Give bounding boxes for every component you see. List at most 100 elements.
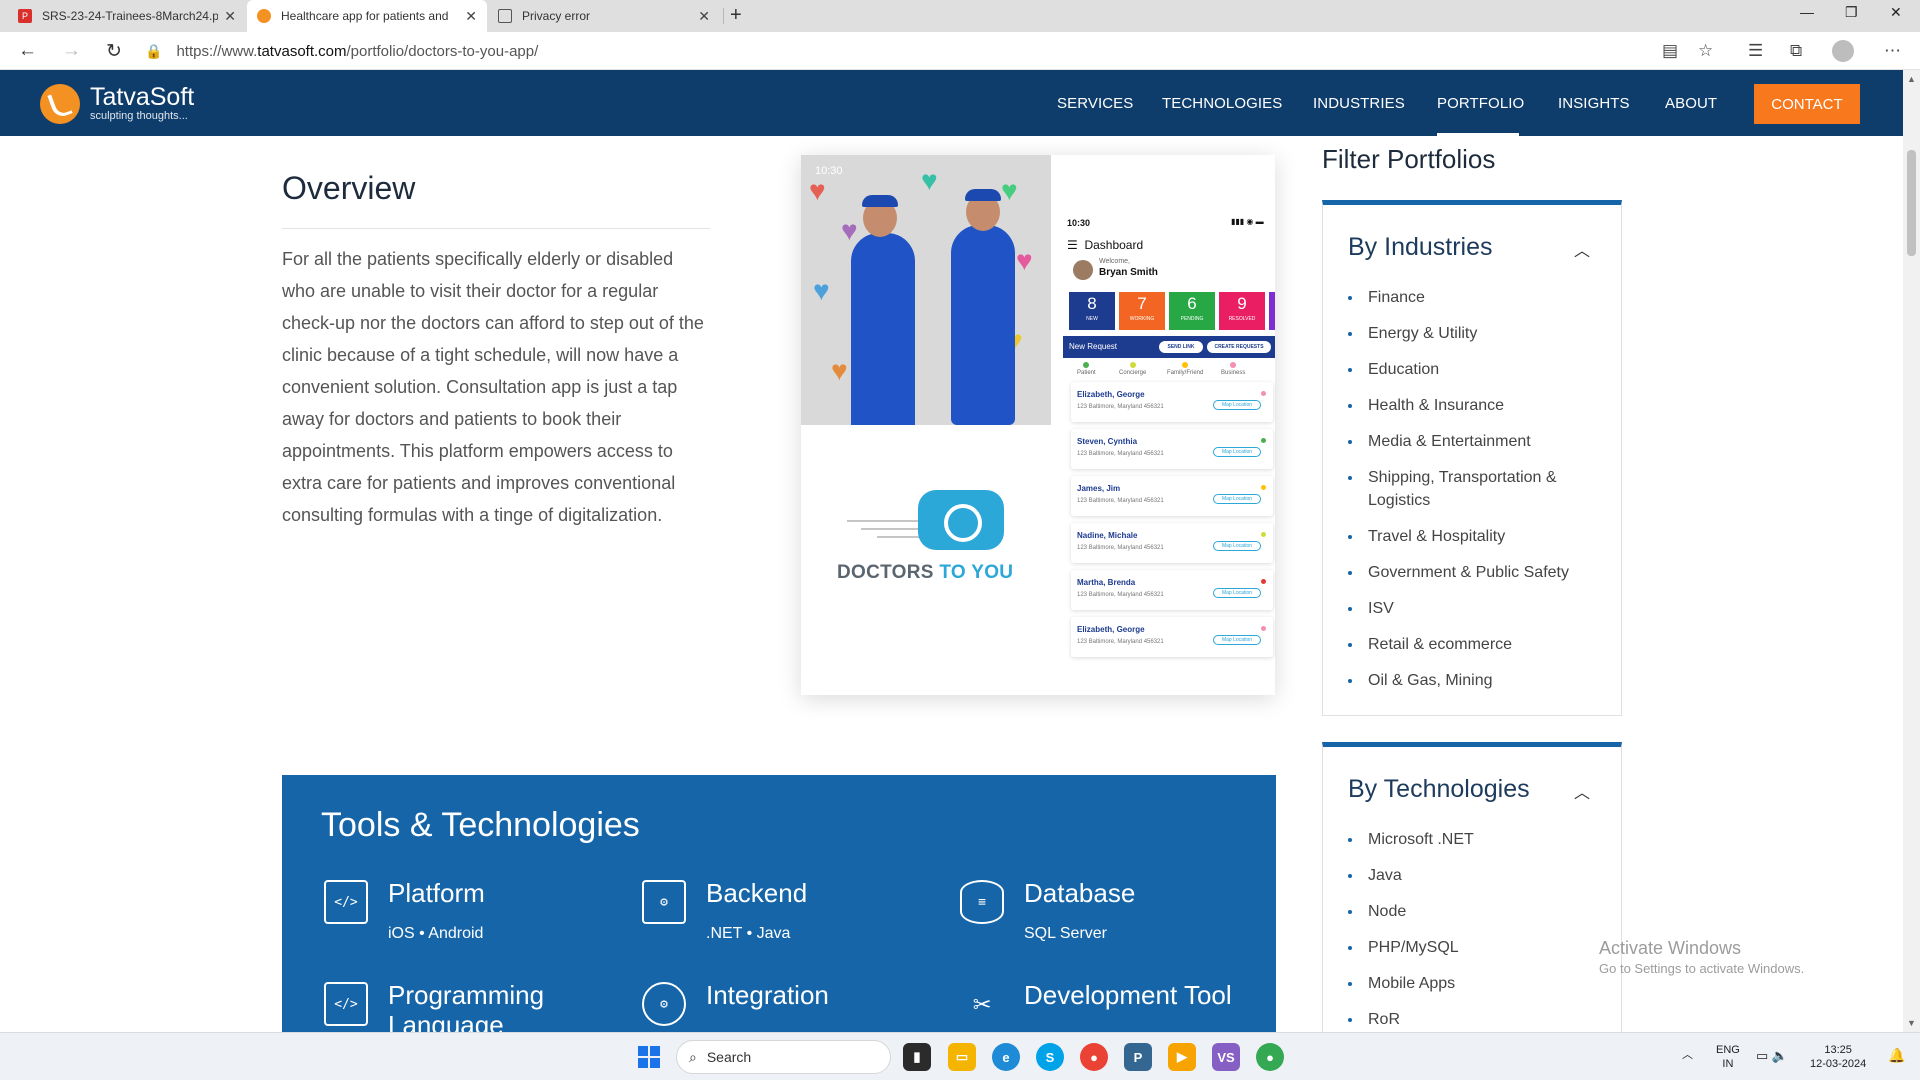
close-window-icon[interactable]: ✕ — [1890, 4, 1902, 21]
task-view-icon[interactable]: ▮ — [903, 1043, 931, 1071]
technologies-list: Microsoft .NET Java Node PHP/MySQL Mobil… — [1348, 828, 1598, 1031]
favorite-star-icon[interactable]: ☆ — [1698, 41, 1713, 61]
menu-about[interactable]: ABOUT — [1665, 95, 1717, 112]
tab-healthcare-app[interactable]: Healthcare app for patients and ✕ — [247, 0, 487, 32]
menu-industries[interactable]: INDUSTRIES — [1313, 95, 1405, 112]
file-explorer-icon[interactable]: ▭ — [948, 1043, 976, 1071]
refresh-icon[interactable]: ↻ — [106, 40, 122, 63]
scrollbar-thumb[interactable] — [1907, 150, 1916, 256]
restore-icon[interactable]: ❐ — [1845, 4, 1858, 21]
industry-item[interactable]: Travel & Hospitality — [1348, 525, 1598, 548]
industry-item[interactable]: Oil & Gas, Mining — [1348, 669, 1598, 692]
industry-item[interactable]: Health & Insurance — [1348, 394, 1598, 417]
industry-item[interactable]: Shipping, Transportation & Logistics — [1348, 466, 1598, 512]
close-tab-icon[interactable]: ✕ — [698, 8, 710, 25]
industry-item[interactable]: Government & Public Safety — [1348, 561, 1598, 584]
technology-item[interactable]: PHP/MySQL — [1348, 936, 1598, 959]
technology-item[interactable]: RoR — [1348, 1008, 1598, 1031]
edge-browser-icon[interactable]: e — [992, 1043, 1020, 1071]
stat-label: PENDING — [1180, 316, 1204, 322]
dashboard-label: Dashboard — [1084, 238, 1144, 252]
forward-arrow-icon[interactable]: → — [62, 40, 81, 62]
category-dot — [1083, 362, 1090, 368]
industry-item[interactable]: Media & Entertainment — [1348, 430, 1598, 453]
technology-item[interactable]: Node — [1348, 900, 1598, 923]
tab-srs-pdf[interactable]: P SRS-23-24-Trainees-8March24.p ✕ — [8, 0, 246, 32]
favorites-list-icon[interactable]: ☰ — [1748, 41, 1763, 61]
technologies-heading[interactable]: By Technologies — [1348, 775, 1530, 804]
notification-bell-icon[interactable]: 🔔 — [1888, 1048, 1905, 1062]
database-icon: ≡ — [960, 880, 1004, 924]
patient-card: Elizabeth, George 123 Baltimore, Maryland… — [1071, 617, 1273, 657]
industry-item[interactable]: Education — [1348, 358, 1598, 381]
new-tab-icon[interactable]: + — [730, 4, 742, 27]
scroll-up-icon[interactable]: ▲ — [1907, 74, 1916, 84]
tool-subtitle: .NET • Java — [706, 925, 791, 942]
stat-overflow — [1269, 292, 1275, 330]
site-logo[interactable]: TatvaSoft sculpting thoughts... — [40, 84, 194, 124]
postgres-icon[interactable]: P — [1124, 1043, 1152, 1071]
industry-item[interactable]: Finance — [1348, 286, 1598, 309]
logo-tagline: sculpting thoughts... — [90, 110, 188, 122]
back-arrow-icon[interactable]: ← — [18, 40, 37, 62]
menu-insights[interactable]: INSIGHTS — [1558, 95, 1630, 112]
category-business: Business — [1221, 362, 1245, 376]
region-code: IN — [1722, 1058, 1734, 1070]
scroll-down-icon[interactable]: ▼ — [1907, 1018, 1916, 1028]
profile-avatar-icon[interactable] — [1832, 40, 1854, 62]
industry-item[interactable]: Energy & Utility — [1348, 322, 1598, 345]
collapse-chevron-icon[interactable]: ︿ — [1574, 779, 1590, 803]
chrome-icon[interactable]: ● — [1256, 1043, 1284, 1071]
user-name: Bryan Smith — [1099, 267, 1158, 278]
language-indicator[interactable]: ENG IN — [1716, 1043, 1740, 1071]
card-map-button: Map Location — [1213, 635, 1261, 645]
more-options-icon[interactable]: ⋯ — [1884, 41, 1901, 61]
card-name: James, Jim — [1077, 484, 1121, 493]
start-button-icon[interactable] — [638, 1046, 660, 1068]
activate-windows-watermark: Activate Windows Go to Settings to activ… — [1599, 938, 1804, 976]
lock-icon: 🔒 — [145, 42, 163, 59]
technology-item[interactable]: Mobile Apps — [1348, 972, 1598, 995]
reader-view-icon[interactable]: ▤ — [1662, 41, 1678, 61]
industry-item[interactable]: ISV — [1348, 597, 1598, 620]
tool-development: ✂ Development Tool — [960, 980, 1260, 1032]
tool-title: Integration — [706, 980, 829, 1010]
taskbar-search[interactable]: ⌕ Search — [676, 1040, 891, 1074]
menu-portfolio[interactable]: PORTFOLIO — [1437, 95, 1524, 112]
menu-services[interactable]: SERVICES — [1057, 95, 1133, 112]
network-volume-icon[interactable]: ▭ 🔈 — [1756, 1049, 1788, 1063]
technology-item[interactable]: Microsoft .NET — [1348, 828, 1598, 851]
industries-heading[interactable]: By Industries — [1348, 233, 1493, 262]
category-family: Family/Friend — [1167, 362, 1203, 376]
menu-technologies[interactable]: TECHNOLOGIES — [1162, 95, 1282, 112]
media-player-icon[interactable]: ▶ — [1168, 1043, 1196, 1071]
doctors-photo: ♥ ♥ ♥ ♥ ♥ ♥ ♥ ♥ ♥ ♥ 10:30 — [801, 155, 1051, 425]
close-tab-icon[interactable]: ✕ — [224, 8, 236, 25]
tool-platform: </> Platform iOS • Android — [324, 878, 604, 948]
tab-title: Healthcare app for patients and — [281, 9, 449, 23]
visual-studio-icon[interactable]: VS — [1212, 1043, 1240, 1071]
minimize-icon[interactable]: — — [1800, 4, 1814, 20]
stat-resolved: 9 RESOLVED — [1219, 292, 1265, 330]
url-field[interactable]: 🔒 https://www. tatvasoft.com/portfolio/do… — [145, 37, 1710, 65]
industry-item[interactable]: Retail & ecommerce — [1348, 633, 1598, 656]
search-icon: ⌕ — [689, 1048, 697, 1065]
category-dot — [1230, 362, 1237, 368]
url-host: tatvasoft.com — [257, 42, 347, 60]
tool-subtitle: iOS • Android — [388, 925, 484, 942]
app-showcase-image: ♥ ♥ ♥ ♥ ♥ ♥ ♥ ♥ ♥ ♥ 10:30 DOCTORS TO YOU… — [801, 155, 1275, 695]
collections-icon[interactable]: ⧉ — [1790, 41, 1802, 61]
skype-icon[interactable]: S — [1036, 1043, 1064, 1071]
tray-overflow-icon[interactable]: ︿ — [1682, 1048, 1693, 1062]
close-tab-icon[interactable]: ✕ — [465, 8, 477, 25]
collapse-chevron-icon[interactable]: ︿ — [1574, 237, 1590, 261]
clock[interactable]: 13:25 12-03-2024 — [1810, 1043, 1866, 1071]
tab-privacy-error[interactable]: Privacy error ✕ — [488, 0, 720, 32]
technology-item[interactable]: Java — [1348, 864, 1598, 887]
contact-button[interactable]: CONTACT — [1754, 84, 1860, 124]
overview-body: For all the patients specifically elderl… — [282, 249, 704, 525]
tool-subtitle: SQL Server — [1024, 925, 1107, 942]
chrome-icon[interactable]: ● — [1080, 1043, 1108, 1071]
card-map-button: Map Location — [1213, 400, 1261, 410]
card-map-button: Map Location — [1213, 447, 1261, 457]
